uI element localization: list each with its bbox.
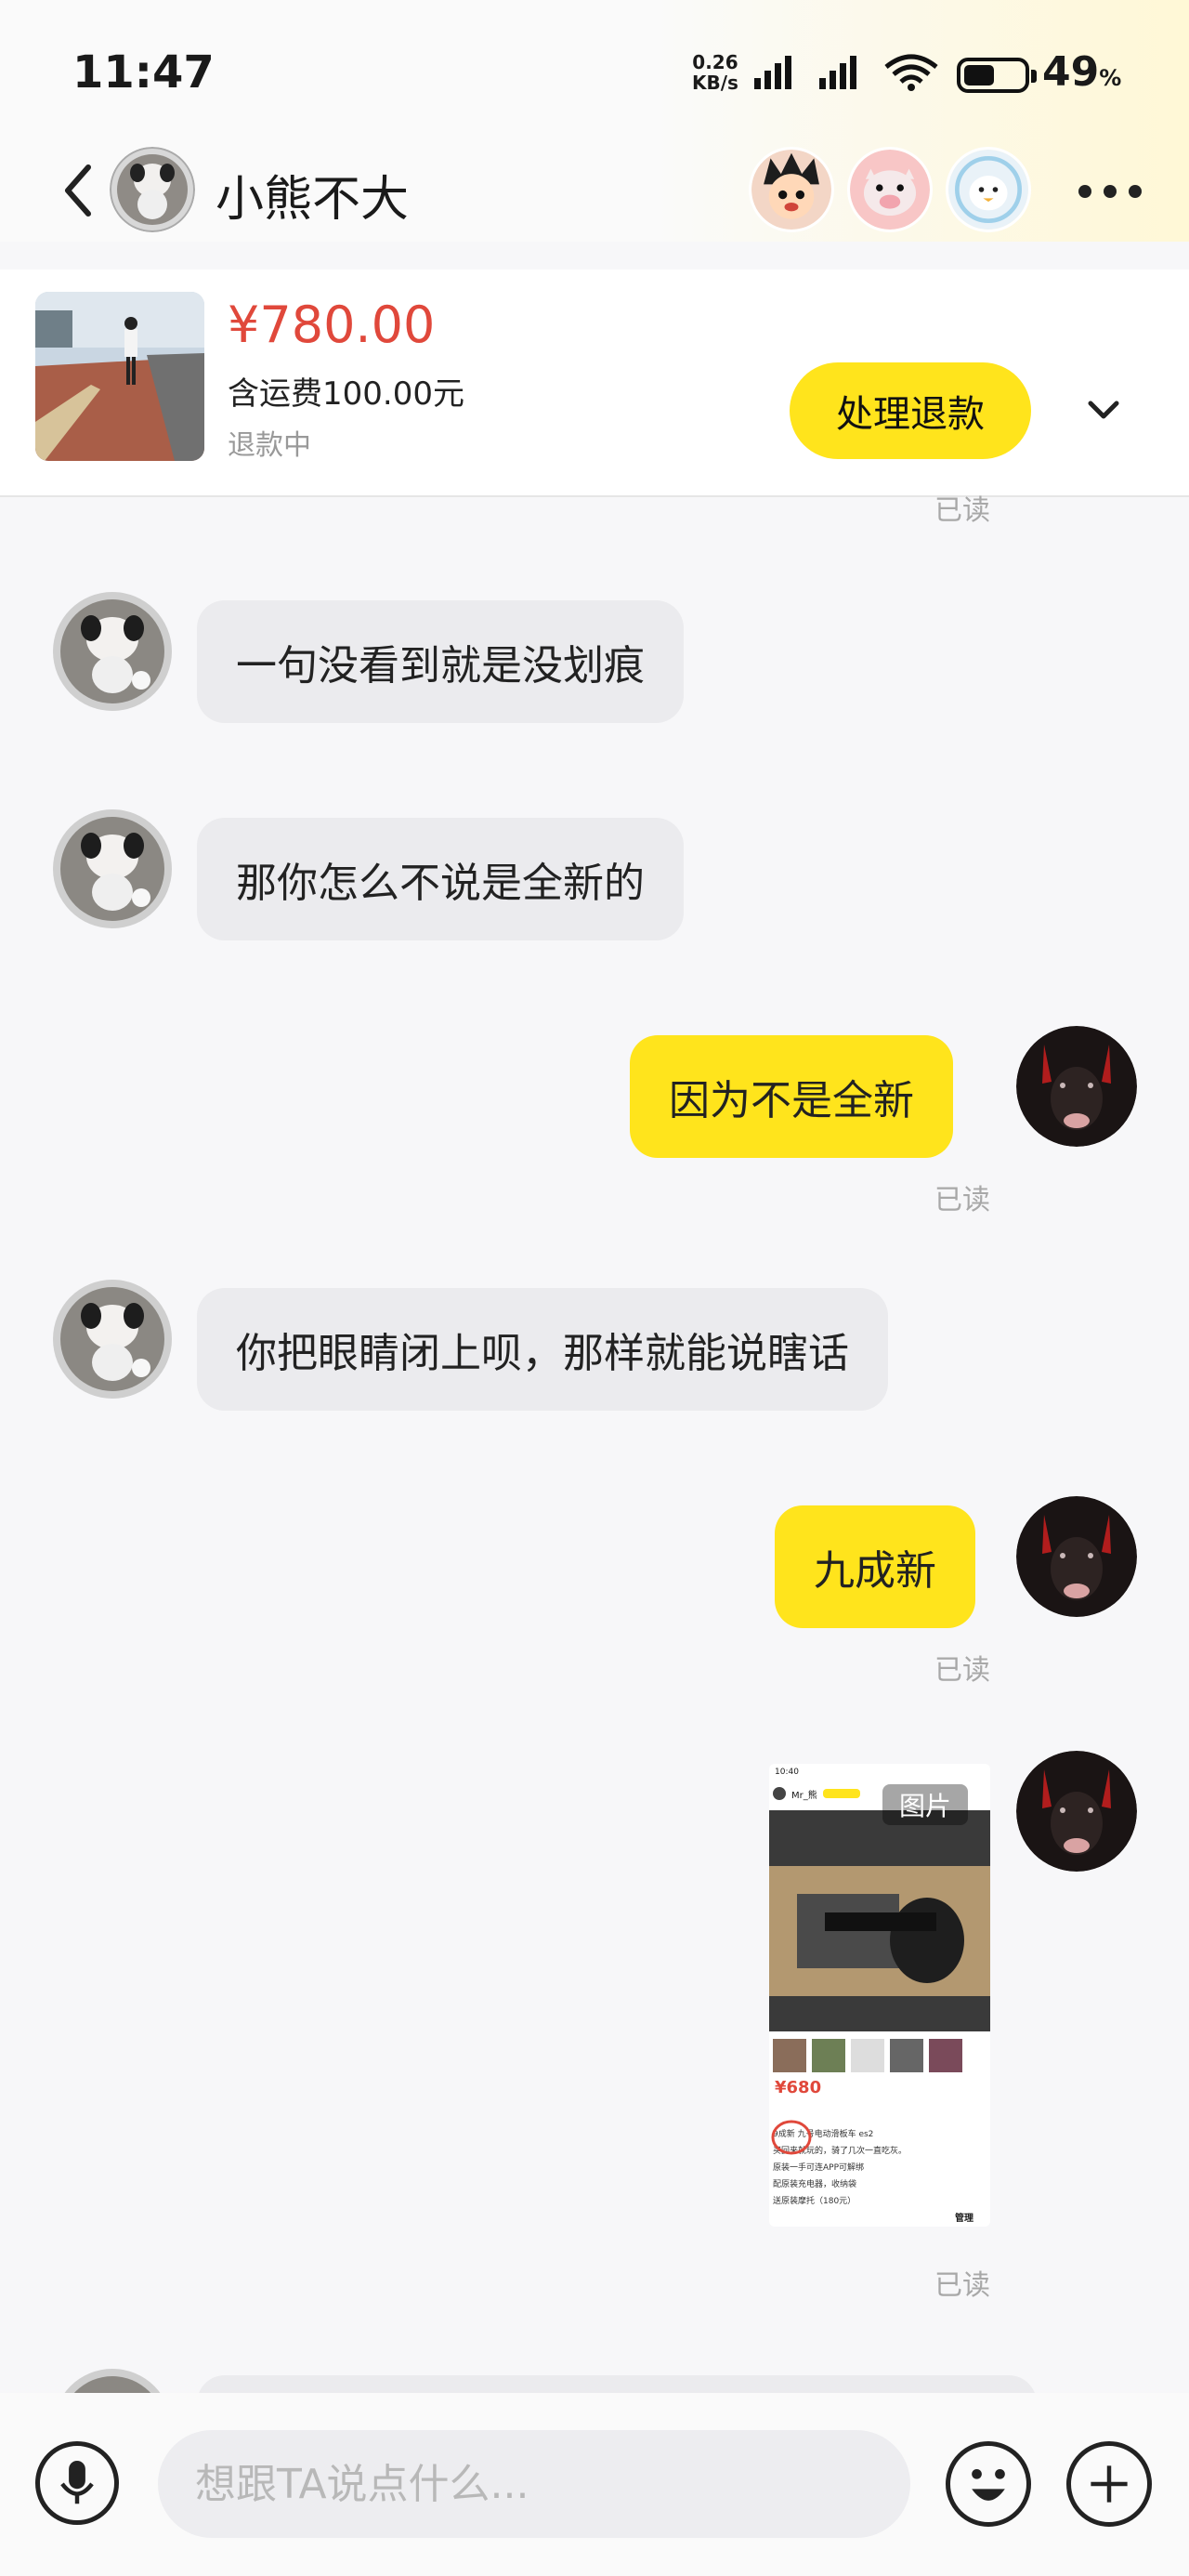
contact-avatar[interactable] <box>52 808 173 929</box>
input-bar <box>0 2393 1189 2576</box>
signal-icon-2 <box>819 56 856 89</box>
message-bubble-received[interactable]: 你把眼睛闭上呗，那样就能说瞎话 <box>197 1288 888 1411</box>
shot-product-photo <box>769 1810 990 2031</box>
shot-thumbnails <box>769 2039 990 2074</box>
my-avatar[interactable] <box>1016 1751 1137 1872</box>
cartoon-avatar-2[interactable] <box>847 147 933 232</box>
my-avatar[interactable] <box>1016 1496 1137 1617</box>
read-receipt: 已读 <box>934 494 990 527</box>
red-circle-mark <box>771 2120 812 2155</box>
battery-icon <box>957 58 1037 93</box>
product-price: ¥780.00 <box>228 296 436 354</box>
message-bubble-received[interactable]: 那你怎么不说是全新的 <box>197 818 684 940</box>
cartoon-avatar-3[interactable] <box>946 147 1031 232</box>
my-avatar[interactable] <box>1016 1026 1137 1147</box>
back-icon[interactable] <box>51 158 107 223</box>
signal-icon <box>754 56 791 89</box>
shot-price: ¥680 <box>775 2078 822 2097</box>
network-speed: 0.26 KB/s <box>692 51 738 94</box>
message-input[interactable] <box>158 2430 910 2538</box>
contact-name: 小熊不大 <box>216 172 410 228</box>
shot-manage: 管理 <box>955 2214 973 2224</box>
contact-avatar[interactable] <box>110 147 195 232</box>
message-bubble-received[interactable]: 一句没看到就是没划痕 <box>197 600 684 723</box>
message-bubble-sent[interactable]: 因为不是全新 <box>630 1035 953 1158</box>
cartoon-avatar-1[interactable] <box>749 147 834 232</box>
chevron-down-icon[interactable] <box>1085 396 1122 424</box>
plus-icon[interactable] <box>1066 2441 1152 2527</box>
refund-status: 退款中 <box>228 429 311 462</box>
read-receipt: 已读 <box>934 2269 990 2302</box>
read-receipt: 已读 <box>934 1654 990 1687</box>
status-time: 11:47 <box>72 46 215 99</box>
process-refund-button[interactable]: 处理退款 <box>790 362 1031 459</box>
contact-avatar[interactable] <box>52 591 173 712</box>
contact-avatar[interactable] <box>52 1279 173 1400</box>
wifi-icon <box>884 54 938 91</box>
microphone-icon[interactable] <box>35 2441 119 2525</box>
read-receipt: 已读 <box>934 1184 990 1216</box>
product-card[interactable]: ¥780.00 含运费100.00元 退款中 处理退款 <box>0 269 1189 497</box>
more-icon[interactable] <box>1078 184 1143 199</box>
shipping-fee: 含运费100.00元 <box>228 375 464 413</box>
image-label: 图片 <box>882 1784 968 1825</box>
chat-header: 小熊不大 <box>0 139 1189 242</box>
status-bar: 11:47 0.26 KB/s 49% <box>0 0 1189 139</box>
message-bubble-sent[interactable]: 九成新 <box>775 1505 975 1628</box>
battery-percent: 49% <box>1042 48 1122 96</box>
product-thumbnail[interactable] <box>35 292 204 461</box>
image-message[interactable]: 10:40 Mr_熊 ¥680 9成新 九号电动滑板车 es2 买回来就玩的，骑… <box>769 1764 990 2227</box>
emoji-icon[interactable] <box>946 2441 1031 2527</box>
